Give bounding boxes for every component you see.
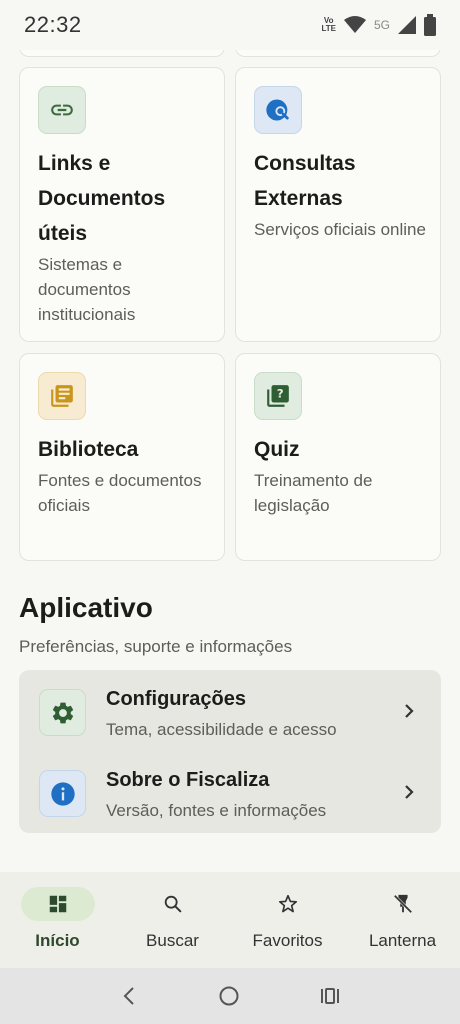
card-biblioteca[interactable]: Biblioteca Fontes e documentos oficiais	[19, 353, 225, 561]
settings-item-sobre[interactable]: Sobre o Fiscaliza Versão, fontes e infor…	[19, 753, 441, 833]
svg-text:?: ?	[277, 387, 284, 401]
back-icon[interactable]	[119, 985, 139, 1007]
status-time: 22:32	[24, 12, 82, 37]
card-subtitle: Fontes e documentos oficiais	[38, 471, 202, 515]
nav-label: Buscar	[146, 931, 199, 950]
volte-indicator: Vo LTE	[321, 16, 336, 33]
battery-icon	[424, 14, 436, 36]
setting-title: Sobre o Fiscaliza	[106, 769, 270, 791]
star-icon	[278, 894, 297, 913]
card-subtitle: Treinamento de legislação	[254, 471, 373, 515]
dashboard-icon	[49, 895, 66, 913]
nav-label: Favoritos	[252, 931, 323, 950]
network-type: 5G	[373, 18, 390, 32]
card-title: Biblioteca	[38, 438, 139, 461]
flashlight-off-icon	[393, 894, 412, 914]
home-icon[interactable]	[218, 985, 240, 1007]
link-icon	[38, 86, 86, 134]
setting-title: Configurações	[106, 688, 247, 710]
status-bar: 22:32 Vo LTE 5G	[0, 0, 460, 50]
bottom-navigation: Início Buscar Favoritos Lanterna	[0, 872, 460, 968]
section-title: Aplicativo	[19, 592, 153, 623]
search-icon	[164, 895, 181, 913]
chevron-right-icon	[405, 785, 414, 799]
card-subtitle: Serviços oficiais online	[254, 220, 426, 239]
nav-buscar[interactable]: Buscar	[115, 872, 230, 968]
info-icon	[39, 770, 86, 817]
app-settings-group: Configurações Tema, acessibilidade e ace…	[19, 670, 441, 833]
nav-active-indicator	[20, 887, 95, 921]
recents-icon[interactable]	[319, 985, 341, 1007]
gear-icon	[39, 689, 86, 736]
card-links-documentos[interactable]: Links e Documentos úteis Sistemas e docu…	[19, 67, 225, 342]
nav-label: Início	[35, 931, 80, 950]
quiz-icon: ?	[254, 372, 302, 420]
setting-subtitle: Versão, fontes e informações	[106, 801, 327, 820]
nav-label: Lanterna	[368, 931, 437, 950]
card-consultas-externas[interactable]: Consultas Externas Serviços oficiais onl…	[235, 67, 441, 342]
globe-search-icon	[254, 86, 302, 134]
signal-icon	[398, 16, 416, 34]
card-subtitle: Sistemas e documentos institucionais	[38, 255, 136, 324]
chevron-right-icon	[405, 704, 414, 718]
setting-subtitle: Tema, acessibilidade e acesso	[106, 720, 337, 739]
nav-inicio[interactable]: Início	[0, 872, 115, 968]
system-navigation-bar	[0, 968, 460, 1024]
card-title: Consultas Externas	[254, 152, 356, 210]
nav-favoritos[interactable]: Favoritos	[230, 872, 345, 968]
nav-lanterna[interactable]: Lanterna	[345, 872, 460, 968]
card-quiz[interactable]: ? Quiz Treinamento de legislação	[235, 353, 441, 561]
wifi-icon	[343, 16, 366, 33]
card-title: Links e Documentos úteis	[38, 152, 166, 245]
status-icons: Vo LTE 5G	[321, 14, 436, 36]
card-title: Quiz	[254, 438, 300, 461]
settings-item-configuracoes[interactable]: Configurações Tema, acessibilidade e ace…	[19, 672, 441, 752]
library-icon	[38, 372, 86, 420]
section-subtitle: Preferências, suporte e informações	[19, 637, 293, 656]
